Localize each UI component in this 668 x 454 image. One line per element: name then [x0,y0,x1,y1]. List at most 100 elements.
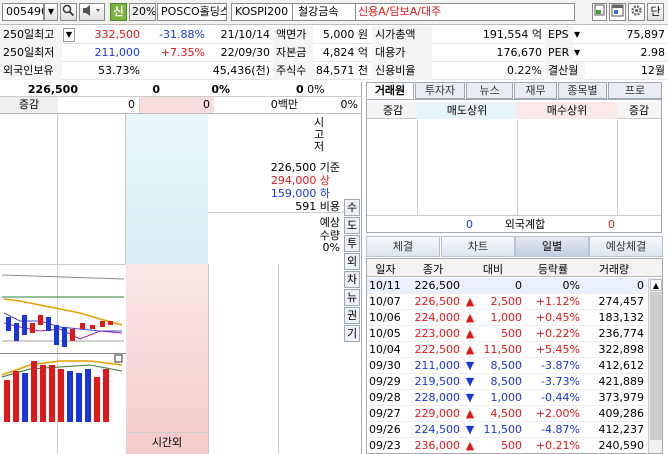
cell-volume: 236,774 [598,327,645,340]
cell-volume: 274,457 [598,295,645,308]
side-tab-2[interactable]: 투 [344,235,360,252]
table-row[interactable]: 10/06 224,000 ▲ 1,000 +0.45% 183,132 [367,310,647,326]
cell-close: 211,000 [414,359,461,372]
cell-volume: 0 [637,279,644,292]
low-value: 211,000 [94,46,141,59]
diff-row: 증감 0 0 0백만 0% [0,97,362,114]
per-dropdown[interactable]: ▼ [574,44,584,62]
orderbook-panel: 226,500 0 0% 0 0% 증감 0 0 0백만 0% 시고저 226,… [0,82,362,454]
credit-ratio: 0.22% [507,64,542,77]
table-row[interactable]: 10/11 226,500 0 0% 0 [367,278,647,294]
substitute-price: 176,670 [496,46,543,59]
label-250-low: 250일최저 [0,44,62,62]
table-row[interactable]: 10/05 223,000 ▲ 500 +0.22% 236,774 [367,326,647,342]
table-row[interactable]: 09/26 224,500 ▼ 11,500 -4.87% 412,237 [367,422,647,438]
info-row-2: 250일최저 211,000 +7.35% 22/09/30 자본금 4,824… [0,44,668,62]
cell-rate: +5.45% [535,343,580,356]
cell-diff: 8,500 [490,359,523,372]
right-tab-3[interactable]: 재무 [514,82,557,99]
cell-close: 236,000 [414,439,461,452]
bottom-tab-1[interactable]: 차트 [441,236,515,257]
expect-pct: 0% [322,241,340,254]
diff-label: 증감 [0,97,58,113]
table-row[interactable]: 09/23 236,000 ▲ 500 +0.21% 240,590 [367,438,647,453]
current-price: 226,500 [27,83,78,96]
foreign-total-label: 외국계합 [504,218,546,231]
period-dropdown[interactable]: ▼ [63,28,75,42]
settle-month: 12월 [640,64,665,77]
cell-close: 226,500 [414,295,461,308]
search-icon[interactable] [60,3,77,21]
table-row[interactable]: 09/30 211,000 ▼ 8,500 -3.87% 412,612 [367,358,647,374]
table-row[interactable]: 09/28 228,000 ▼ 1,000 -0.44% 373,979 [367,390,647,406]
side-tab-6[interactable]: 권 [344,307,360,324]
cell-close: 224,000 [414,311,461,324]
new-window-icon[interactable] [592,3,607,21]
table-row[interactable]: 09/27 229,000 ▲ 4,500 +2.00% 409,286 [367,406,647,422]
high-value: 332,500 [94,28,141,41]
info-row-3: 외국인보유 53.73% 45,436(천) 주식수 84,571 천 신용비율… [0,62,668,80]
cell-date: 09/30 [369,359,401,372]
scrollbar[interactable]: ▲ [648,278,662,453]
cell-close: 229,000 [414,407,461,420]
single-button[interactable]: 단 [647,3,664,21]
label-settle: 결산월 [545,62,585,80]
cell-date: 10/06 [369,311,401,324]
code-dropdown-button[interactable]: ▼ [44,3,58,21]
cell-rate: +2.00% [535,407,580,420]
scroll-thumb[interactable] [650,292,662,440]
cell-diff: 500 [501,439,522,452]
per-value: 2.98 [640,46,666,59]
bid-diff-column [278,264,342,454]
side-tab-4[interactable]: 차 [344,271,360,288]
high-date: 21/10/14 [220,28,270,41]
cell-date: 09/23 [369,439,401,452]
cell-date: 10/07 [369,295,401,308]
side-tab-1[interactable]: 도 [344,217,360,234]
index-label: KOSPI200 [231,3,293,21]
current-pct: 0% [211,83,230,96]
foreign-qty: 45,436(천) [212,64,270,77]
cell-rate: +1.12% [535,295,580,308]
bottom-tab-3[interactable]: 예상체결 [589,236,663,257]
label-substitute: 대용가 [372,44,432,62]
eps-dropdown[interactable]: ▼ [574,26,584,44]
cell-date: 10/04 [369,343,401,356]
right-tab-0[interactable]: 거래원 [366,82,414,99]
credit-badge[interactable]: 신 [110,3,127,21]
cell-diff: 0 [515,279,522,292]
side-tab-5[interactable]: 뉴 [344,289,360,306]
cell-volume: 322,898 [598,343,645,356]
ask-price-column [126,114,208,264]
side-tab-0[interactable]: 수 [344,199,360,216]
side-tab-7[interactable]: 기 [344,325,360,342]
sector-label: 철강금속 [293,3,356,21]
bottom-tab-0[interactable]: 체결 [366,236,440,257]
window-icon[interactable] [609,3,626,21]
table-row[interactable]: 09/29 219,500 ▼ 8,500 -3.73% 421,889 [367,374,647,390]
label-eps: EPS [545,26,573,44]
cell-date: 10/11 [369,279,401,292]
vertical-label: 시고저 [314,116,325,153]
label-market-cap: 시가총액 [372,26,432,44]
daily-header: 일자 종가 대비 등락률 거래량 [367,259,662,277]
table-row[interactable]: 10/07 226,500 ▲ 2,500 +1.12% 274,457 [367,294,647,310]
gear-icon[interactable] [628,3,645,21]
side-tab-3[interactable]: 외 [344,253,360,270]
right-tab-2[interactable]: 뉴스 [466,82,513,99]
after-hours-label[interactable]: 시간외 [126,432,208,452]
diff-ask: 0 [58,97,140,113]
low-pct: +7.35% [160,46,205,59]
cell-rate: +0.21% [535,439,580,452]
table-row[interactable]: 10/04 222,500 ▲ 11,500 +5.45% 322,898 [367,342,647,358]
stock-code-input[interactable]: 005490 [2,3,44,21]
scroll-up-icon[interactable]: ▲ [650,279,662,291]
right-tab-1[interactable]: 투자자 [415,82,465,99]
sell-top-label: 매도상위 [417,102,517,119]
right-tab-4[interactable]: 종목별 [558,82,607,99]
right-tab-5[interactable]: 프로 [608,82,662,99]
bottom-tab-2[interactable]: 일별 [515,236,589,257]
cell-volume: 421,889 [598,375,645,388]
par-value: 5,000 원 [322,28,368,41]
speaker-icon[interactable] [79,3,105,21]
